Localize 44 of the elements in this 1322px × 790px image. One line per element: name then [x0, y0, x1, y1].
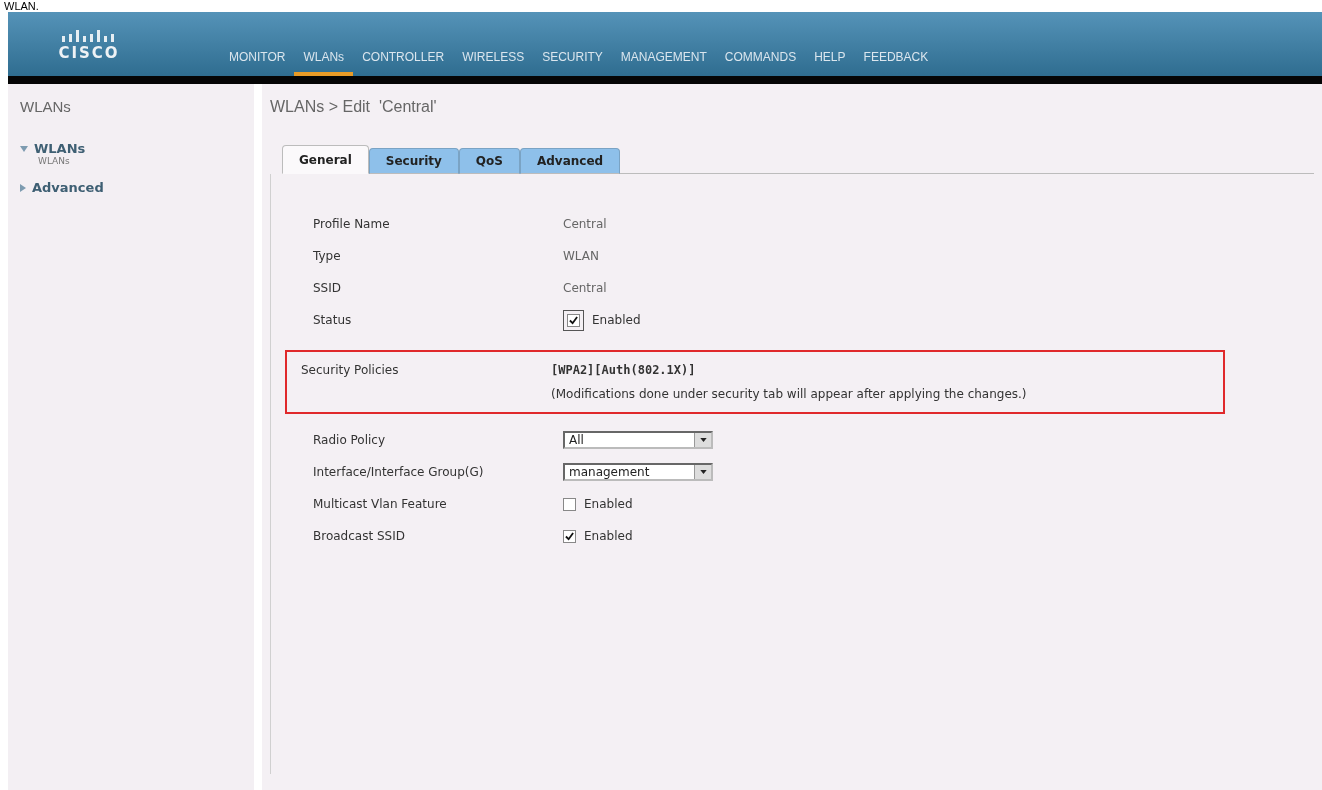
checkbox[interactable]	[563, 497, 576, 511]
field-label: SSID	[313, 281, 342, 295]
field-value: WLAN	[563, 249, 599, 263]
sidebar-title: WLANs	[20, 98, 72, 115]
field-label: Profile Name	[313, 217, 391, 231]
note-text: (Modifications done under security tab will appear after applying the changes.)	[551, 387, 1027, 401]
tab[interactable]: General	[282, 145, 369, 174]
field-label: Security Policies	[301, 363, 400, 377]
tab[interactable]: Security	[368, 148, 459, 174]
checkbox[interactable]	[563, 529, 576, 543]
checkbox-label: Enabled	[592, 313, 641, 327]
tab[interactable]: Advanced	[519, 148, 621, 174]
nav-link[interactable]: COMMANDS	[715, 50, 806, 76]
collapse-triangle-icon[interactable]	[20, 145, 28, 152]
nav-link[interactable]: MONITOR	[220, 50, 295, 76]
nav-link[interactable]: WLANs	[294, 50, 354, 76]
page-title: WLANs > Edit 'Central'	[270, 98, 438, 116]
checkbox-label: Enabled	[584, 497, 633, 511]
sidebar-item[interactable]: WLANs	[34, 141, 86, 156]
field-label: Interface/Interface Group(G)	[313, 465, 485, 479]
sidebar-item[interactable]: Advanced	[32, 180, 104, 195]
nav-link[interactable]: FEEDBACK	[854, 50, 938, 76]
nav-link[interactable]: HELP	[805, 50, 855, 76]
logo-text: CISCO	[58, 44, 120, 62]
nav-link[interactable]: WIRELESS	[453, 50, 534, 76]
field-label: Type	[313, 249, 342, 263]
field-value: Central	[563, 281, 607, 295]
field-label: Status	[313, 313, 353, 327]
field-value: [WPA2][Auth(802.1X)]	[551, 363, 696, 377]
dropdown[interactable]: All	[563, 431, 713, 449]
field-label: Broadcast SSID	[313, 529, 406, 543]
nav-link[interactable]: MANAGEMENT	[611, 50, 716, 76]
caption-text: WLAN.	[3, 0, 40, 12]
field-value: Central	[563, 217, 607, 231]
tab[interactable]: QoS	[458, 148, 520, 174]
expand-triangle-icon[interactable]	[20, 183, 26, 192]
sidebar-subitem[interactable]: WLANs	[38, 156, 242, 166]
checkbox-label: Enabled	[584, 529, 633, 543]
field-label: Radio Policy	[313, 433, 387, 447]
nav-link[interactable]: CONTROLLER	[353, 50, 454, 76]
field-label: Multicast Vlan Feature	[313, 497, 448, 511]
dropdown[interactable]: management	[563, 463, 713, 481]
checkbox[interactable]	[567, 313, 580, 327]
nav-link[interactable]: SECURITY	[533, 50, 612, 76]
